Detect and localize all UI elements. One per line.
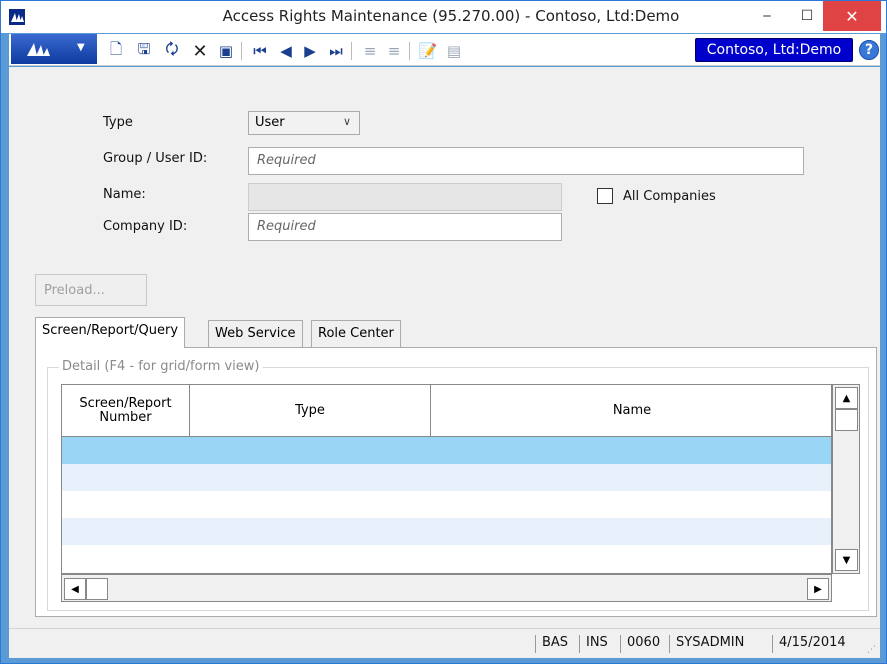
tab-web-service[interactable]: Web Service <box>208 320 303 347</box>
detail-legend: Detail (F4 - for grid/form view) <box>59 359 263 374</box>
chevron-down-icon: ▼ <box>77 42 85 53</box>
save-icon[interactable]: 🖫 <box>135 40 153 60</box>
delete-icon[interactable]: ✕ <box>191 41 209 62</box>
table-row[interactable] <box>62 518 831 545</box>
name-label: Name: <box>103 187 146 202</box>
tab-screen-report-query[interactable]: Screen/Report/Query <box>35 317 186 348</box>
delete-line-icon[interactable]: ≡ <box>385 42 403 60</box>
company-id-input[interactable]: Required <box>248 213 562 241</box>
refresh-icon[interactable]: 🗘 <box>163 40 181 60</box>
app-menu-button[interactable]: ▼ <box>11 34 97 64</box>
resize-grip-icon[interactable]: ⋰ <box>867 645 876 655</box>
status-user: SYSADMIN <box>669 635 744 653</box>
scroll-down-icon[interactable]: ▼ <box>835 549 858 571</box>
company-id-label: Company ID: <box>103 219 188 234</box>
new-document-icon[interactable]: 🗋 <box>107 40 125 60</box>
table-row[interactable] <box>62 437 831 464</box>
column-header-type[interactable]: Type <box>190 385 431 437</box>
status-date: 4/15/2014 <box>772 635 846 653</box>
tab-role-center[interactable]: Role Center <box>311 320 401 347</box>
type-select[interactable]: User ∨ <box>248 111 360 135</box>
next-record-icon[interactable]: ▶ <box>301 42 319 60</box>
scroll-left-icon[interactable]: ◀ <box>64 578 86 600</box>
status-bar: BAS INS 0060 SYSADMIN 4/15/2014 ⋰ <box>9 628 880 658</box>
minimize-icon: ‒ <box>762 8 772 24</box>
table-row[interactable] <box>62 545 831 572</box>
maximize-button[interactable]: ☐ <box>793 1 821 31</box>
main-window: Access Rights Maintenance (95.270.00) - … <box>0 0 887 664</box>
print-preview-icon[interactable]: ▣ <box>217 42 235 60</box>
app-logo-icon[interactable] <box>9 9 25 25</box>
insert-line-icon[interactable]: ≡ <box>361 42 379 60</box>
status-mode-ins: INS <box>579 635 608 653</box>
group-user-id-input[interactable]: Required <box>248 147 804 175</box>
vertical-scrollbar[interactable]: ▲ ▼ <box>832 384 860 574</box>
window-title: Access Rights Maintenance (95.270.00) - … <box>222 7 680 25</box>
vertical-scroll-thumb[interactable] <box>835 409 858 431</box>
toolbar-separator <box>351 42 352 60</box>
detail-grid: Screen/Report Number Type Name <box>61 384 832 574</box>
grid-header: Screen/Report Number Type Name <box>62 385 831 437</box>
title-bar: Access Rights Maintenance (95.270.00) - … <box>1 1 886 33</box>
type-label: Type <box>103 115 133 130</box>
status-mode-bas: BAS <box>535 635 568 653</box>
chevron-down-icon: ∨ <box>342 115 351 128</box>
previous-record-icon[interactable]: ◀ <box>277 42 295 60</box>
toolbar-separator <box>241 42 242 60</box>
first-record-icon[interactable]: ⏮ <box>251 42 269 60</box>
notes-icon[interactable]: 📝 <box>419 42 438 60</box>
name-field <box>248 183 562 211</box>
horizontal-scrollbar[interactable]: ◀ ▶ <box>61 574 832 602</box>
dynamics-logo-icon <box>27 43 50 56</box>
minimize-button[interactable]: ‒ <box>753 1 781 31</box>
scroll-right-icon[interactable]: ▶ <box>807 578 829 600</box>
horizontal-scroll-thumb[interactable] <box>86 578 108 600</box>
scroll-up-icon[interactable]: ▲ <box>835 387 858 409</box>
group-user-id-label: Group / User ID: <box>103 151 208 166</box>
close-button[interactable]: ✕ <box>823 1 881 31</box>
toolbar-separator <box>409 42 410 60</box>
table-row[interactable] <box>62 491 831 518</box>
preload-button[interactable]: Preload... <box>35 274 147 306</box>
close-icon: ✕ <box>845 6 859 26</box>
company-button[interactable]: Contoso, Ltd:Demo <box>695 38 853 62</box>
column-header-name[interactable]: Name <box>431 385 831 437</box>
column-header-screen-report-number[interactable]: Screen/Report Number <box>62 385 190 437</box>
all-companies-checkbox[interactable] <box>597 188 613 204</box>
type-select-value: User <box>255 115 285 130</box>
maximize-icon: ☐ <box>800 8 814 24</box>
last-record-icon[interactable]: ⏭ <box>327 42 345 60</box>
status-code: 0060 <box>620 635 660 653</box>
attachments-icon[interactable]: ▤ <box>445 42 463 60</box>
all-companies-label: All Companies <box>623 189 716 204</box>
help-icon[interactable]: ? <box>859 40 879 60</box>
table-row[interactable] <box>62 464 831 491</box>
